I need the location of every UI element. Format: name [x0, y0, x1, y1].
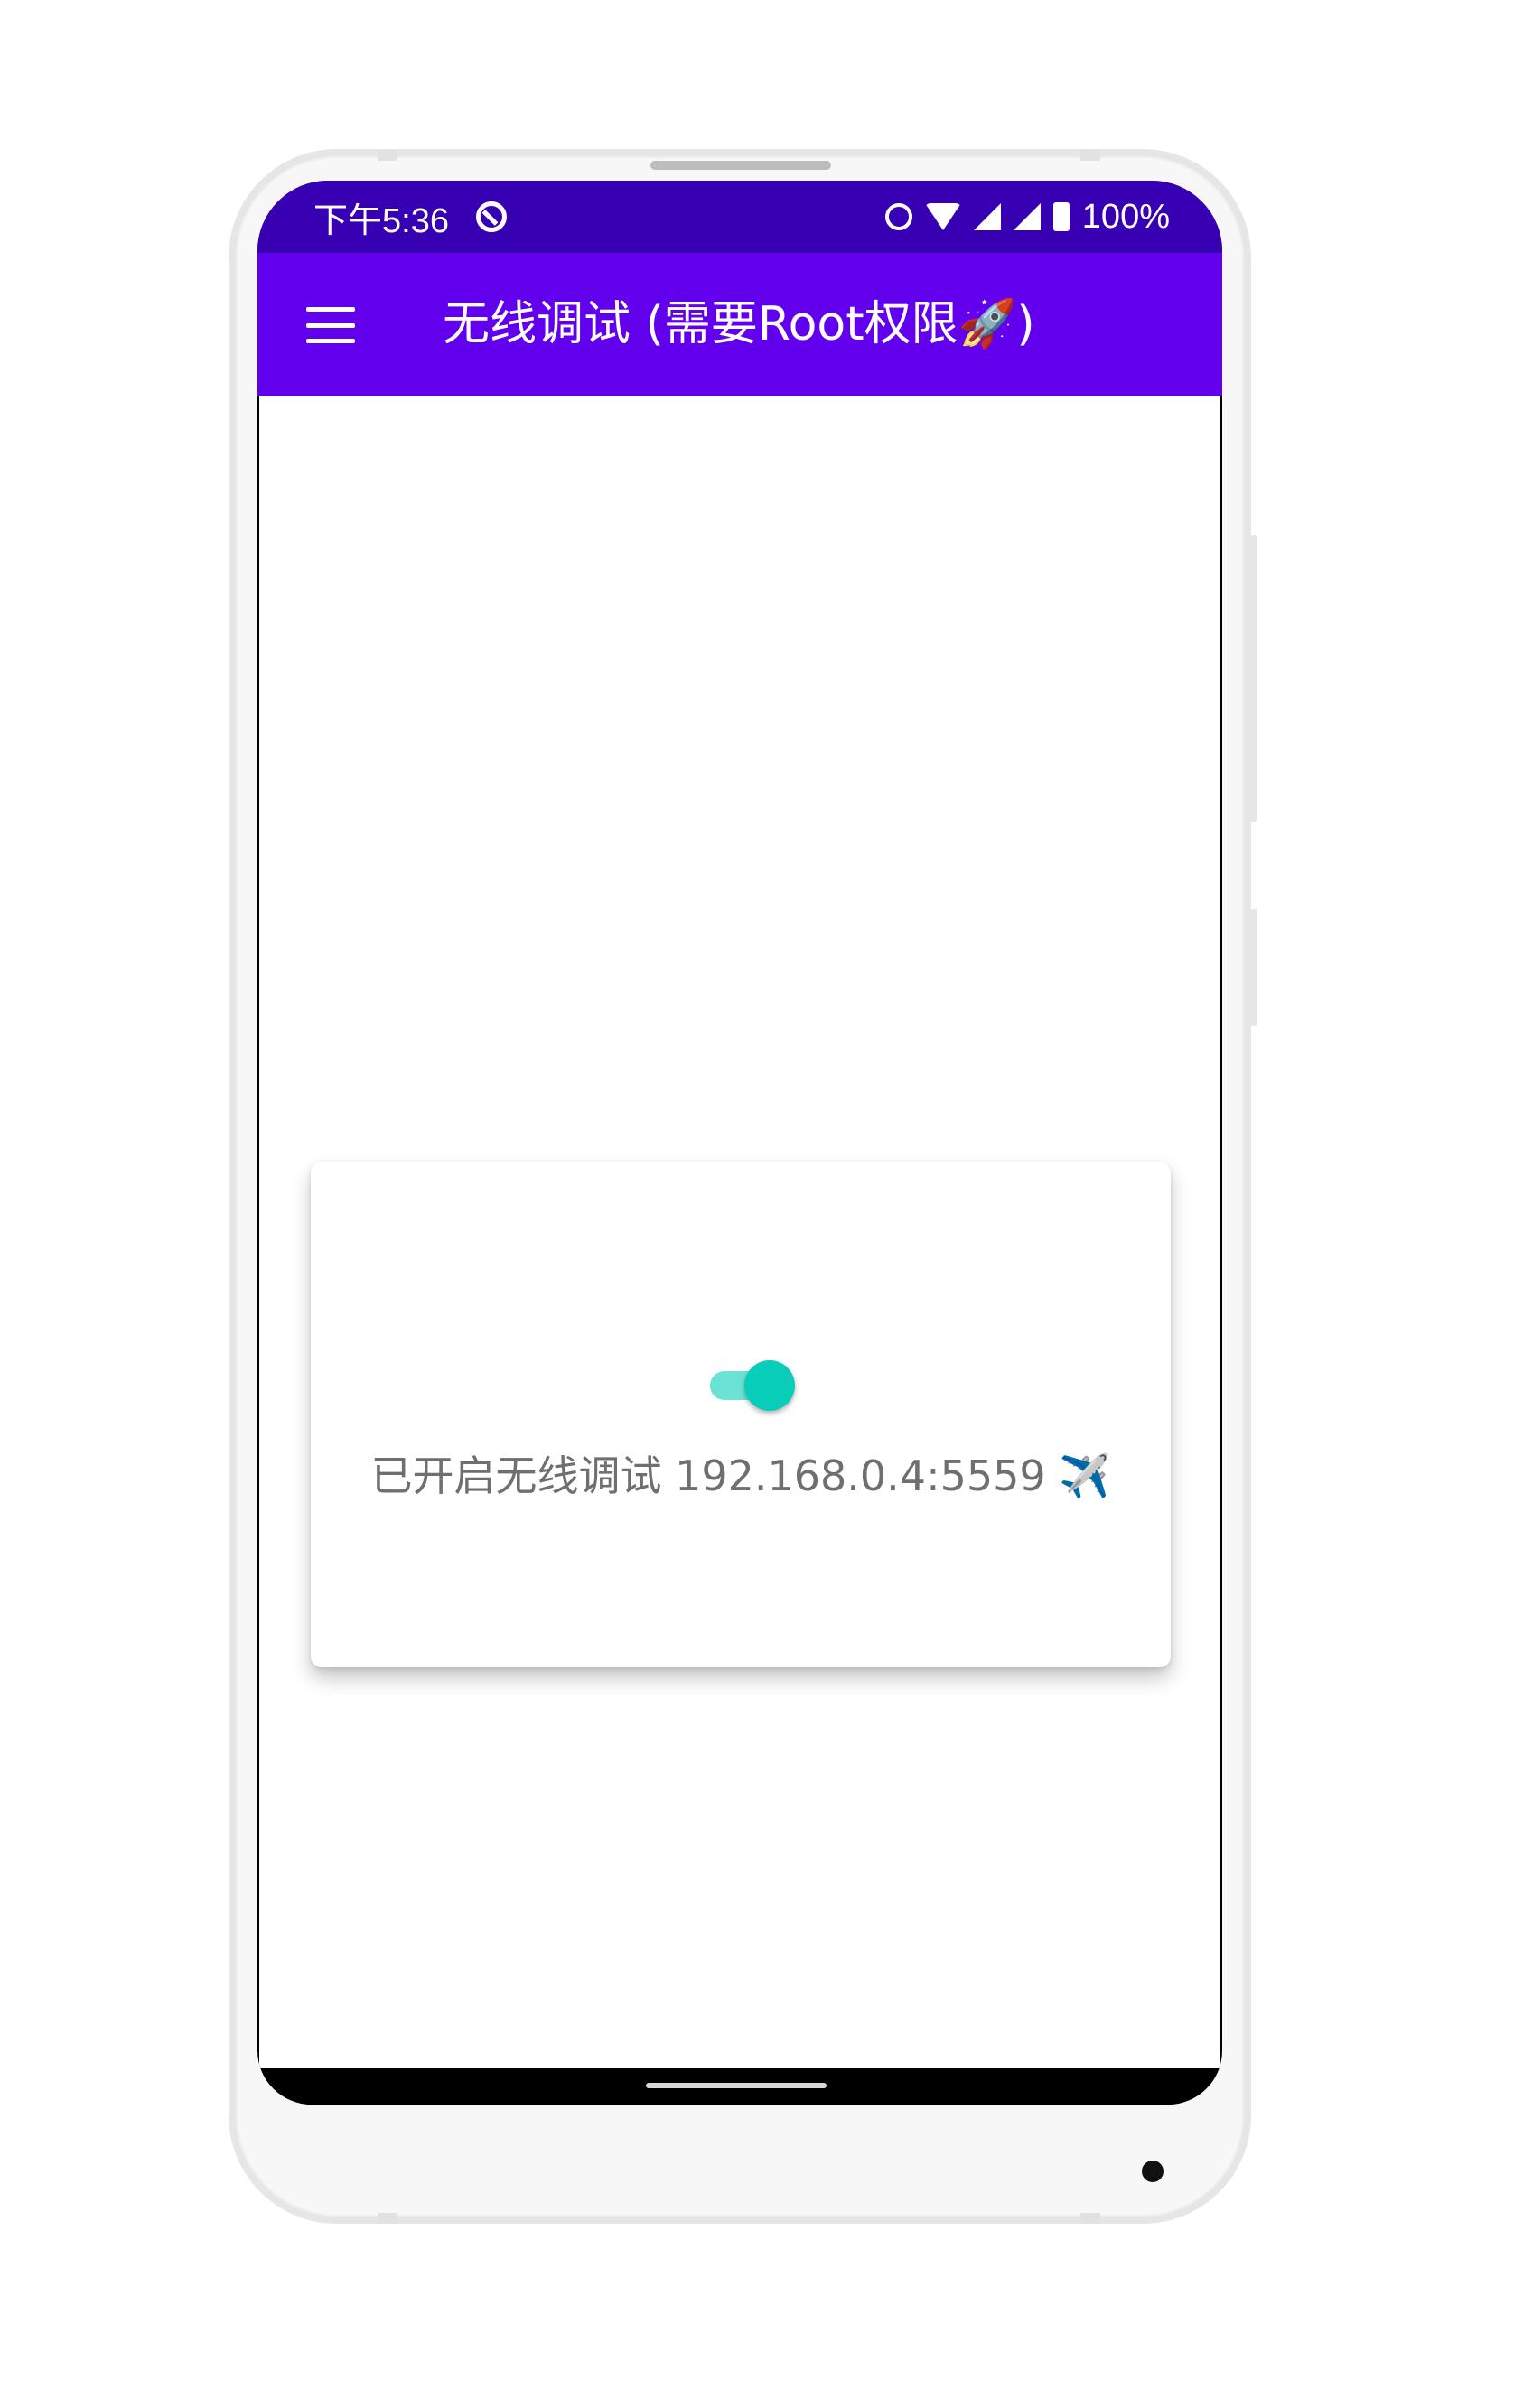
bezel-notch-right [1080, 150, 1100, 161]
volume-button [1250, 535, 1257, 822]
home-gesture-bar[interactable] [646, 2083, 827, 2088]
earpiece-speaker [650, 161, 831, 170]
wireless-debug-toggle[interactable] [710, 1358, 795, 1413]
signal-icon-2 [1013, 203, 1041, 230]
microphone-dot [1142, 2161, 1164, 2182]
battery-icon [1052, 202, 1070, 231]
power-button [1250, 909, 1257, 1026]
app-bar: 无线调试 (需要Root权限🚀) [257, 253, 1222, 396]
wireless-debug-card: 已开启无线调试 192.168.0.4:5559 ✈️ [311, 1162, 1171, 1667]
menu-icon[interactable] [306, 307, 355, 343]
status-time: 下午5:36 [313, 201, 449, 240]
sync-disabled-icon [475, 201, 507, 232]
status-icons: 100% [884, 197, 1170, 237]
main-content: 已开启无线调试 192.168.0.4:5559 ✈️ [259, 396, 1220, 2068]
wifi-icon [924, 203, 961, 230]
phone-screen: 下午5:36 100% 无线调试 (需要Root权限🚀) 已开启无线调试 192… [257, 181, 1222, 2105]
alarm-icon [884, 203, 912, 230]
bezel-notch-bottom-left [378, 2213, 397, 2224]
battery-percent: 100% [1081, 197, 1170, 236]
bezel-notch-bottom-right [1080, 2213, 1100, 2224]
signal-icon [973, 203, 1001, 230]
bezel-notch-left [378, 150, 397, 161]
page-title: 无线调试 (需要Root权限🚀) [443, 297, 1035, 351]
toggle-thumb [744, 1360, 795, 1411]
wireless-debug-status: 已开启无线调试 192.168.0.4:5559 ✈️ [370, 1451, 1111, 1500]
status-bar: 下午5:36 100% [257, 181, 1222, 253]
